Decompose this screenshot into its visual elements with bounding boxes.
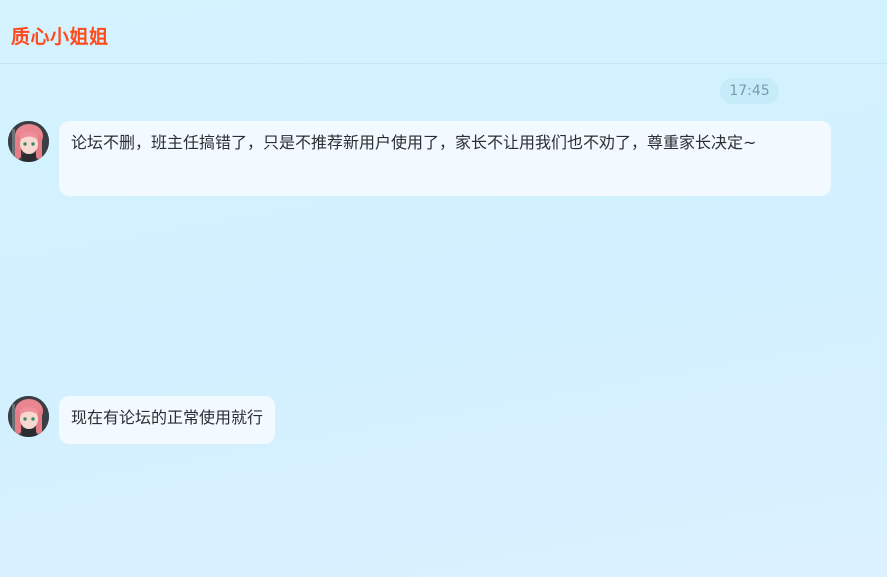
avatar-icon <box>8 396 49 437</box>
message-timestamp: 17:45 <box>720 78 779 104</box>
chat-header: 质心小姐姐 <box>0 0 887 64</box>
message-bubble[interactable]: 现在有论坛的正常使用就行 <box>59 396 276 444</box>
message-bubble[interactable]: 论坛不删，班主任搞错了，只是不推荐新用户使用了，家长不让用我们也不劝了，尊重家长… <box>59 121 831 196</box>
avatar[interactable] <box>8 396 49 437</box>
avatar-icon <box>8 121 49 162</box>
avatar[interactable] <box>8 121 49 162</box>
contact-name[interactable]: 质心小姐姐 <box>11 22 109 49</box>
